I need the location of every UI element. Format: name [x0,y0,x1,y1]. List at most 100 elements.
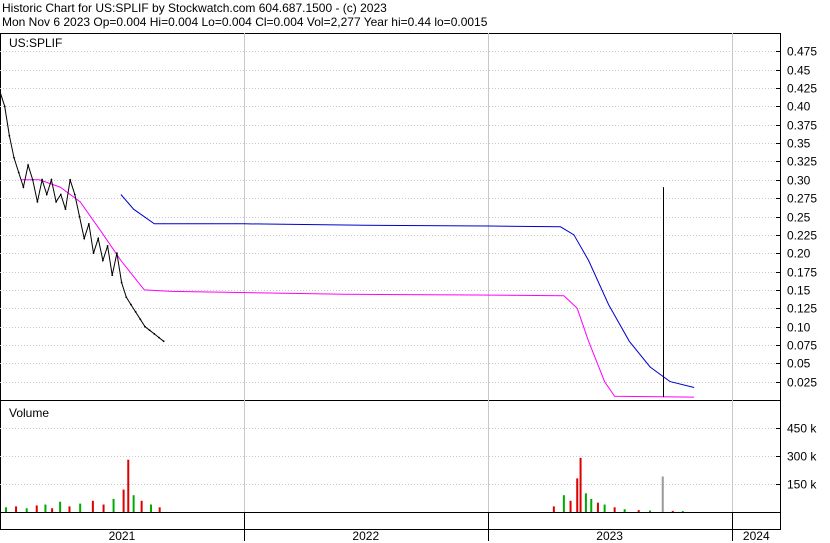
price-point [27,164,29,167]
price-point [130,303,132,306]
price-tick-label: 0.30 [787,174,811,188]
volume-bar [596,502,599,512]
volume-bar [35,505,38,512]
volume-bar [637,510,640,512]
price-tick-label: 0.375 [787,119,817,133]
price-tick-label: 0.025 [787,376,817,390]
volume-bar [681,511,684,512]
price-tick-label: 0.175 [787,266,817,280]
volume-bar [91,500,94,512]
price-point [158,336,160,339]
volume-bar [149,504,152,512]
volume-bar [613,507,616,512]
price-point [162,340,165,343]
price-tick-label: 0.275 [787,192,817,206]
volume-bar [15,506,18,512]
ma-long-line [120,194,695,388]
year-axis-strip [0,512,781,530]
volume-bar [59,501,62,512]
price-point [50,178,53,181]
price-point [153,333,156,335]
volume-bar [112,498,115,512]
ma-short-line [20,179,695,398]
volume-bar [5,507,8,512]
volume-label: Volume [9,406,49,420]
volume-bar [603,504,606,512]
price-point [36,200,39,203]
volume-bar [576,478,579,512]
price-point [78,215,81,218]
price-point [97,237,100,240]
volume-bar [132,495,135,512]
price-point [92,252,95,255]
volume-bar [661,476,664,512]
volume-tick-label: 450 k [787,422,817,436]
volume-tick-label: 300 k [787,450,817,464]
stock-chart: 0.475 0.45 0.425 0.40 0.375 0.35 0.325 0.30 0.27… [0,33,817,543]
price-point [144,325,146,328]
price-tick-label: 0.05 [787,357,811,371]
volume-bar [122,489,125,512]
price-point [17,171,20,174]
price-point [139,318,142,321]
price-tick-label: 0.25 [787,211,811,225]
price-point [125,296,128,299]
volume-bar [51,508,54,512]
price-point [134,311,137,313]
year-label: 2024 [743,529,770,543]
price-tick-label: 0.15 [787,284,811,298]
price-tick-label: 0.10 [787,321,811,335]
price-tick-label: 0.225 [787,229,817,243]
price-tick-label: 0.40 [787,100,811,114]
price-point [69,178,72,181]
price-tick-label: 0.45 [787,64,811,78]
price-point [120,281,123,284]
price-tick-label: 0.425 [787,82,817,96]
volume-bar [562,495,565,512]
price-tick-label: 0.475 [787,45,817,59]
volume-tick-label: 150 k [787,478,817,492]
volume-bar [140,500,143,512]
year-label: 2022 [352,529,379,543]
price-point [87,222,90,225]
price-tick-label: 0.35 [787,137,811,151]
volume-bar [569,500,572,512]
price-point [148,329,151,332]
year-label: 2023 [596,529,623,543]
volume-bar [623,509,626,512]
volume-bar [79,503,82,512]
volume-bar [68,506,71,512]
price-tick-label: 0.325 [787,155,817,169]
volume-bar [671,510,674,512]
price-point [73,193,76,196]
price-point [8,134,11,137]
price-point [64,208,67,211]
volume-bar [25,508,28,512]
symbol-label: US:SPLIF [9,36,62,50]
price-point [106,244,109,247]
price-point [45,193,48,196]
chart-window: Historic Chart for US:SPLIF by Stockwatc… [0,0,830,543]
price-point [59,193,62,196]
price-point [101,259,104,262]
price-point [111,274,114,277]
volume-bar [158,507,161,512]
price-point [83,237,86,240]
volume-bar [584,493,587,512]
price-line [0,91,165,342]
price-point [41,178,43,181]
volume-bar [579,457,582,512]
price-point [3,105,6,108]
year-label: 2021 [109,529,136,543]
volume-bar [44,504,47,512]
price-point [22,186,25,189]
price-tick-label: 0.20 [787,247,811,261]
price-point [116,252,118,255]
volume-bar [590,498,593,512]
volume-bar [552,506,555,512]
price-tick-label: 0.125 [787,302,817,316]
volume-bar [102,504,105,512]
price-point [13,156,15,159]
volume-bar [127,459,130,512]
price-point [55,200,58,203]
